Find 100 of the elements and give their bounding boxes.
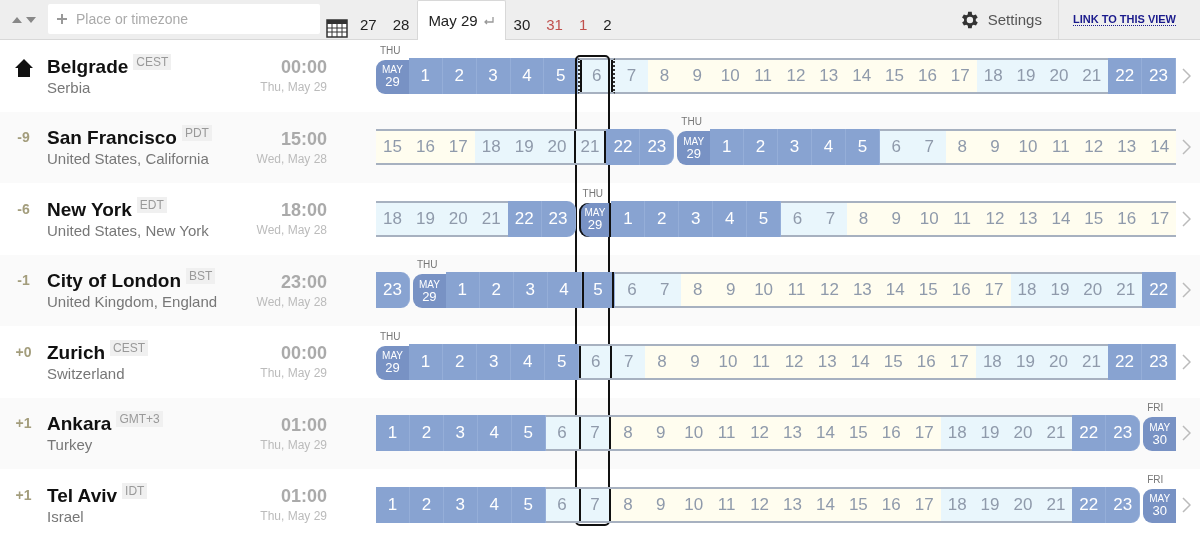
hour-cell[interactable]: 7 — [578, 486, 612, 523]
hour-cell[interactable]: 2 — [645, 200, 680, 237]
hour-cell[interactable]: 13 — [776, 486, 809, 523]
hour-cell[interactable]: 9 — [678, 343, 712, 380]
hour-cell[interactable]: 7 — [814, 200, 847, 237]
hour-cell[interactable]: 12 — [1077, 129, 1111, 166]
hour-cell[interactable]: 16 — [874, 486, 908, 523]
hour-cell[interactable]: 18 — [940, 486, 974, 523]
hour-cell[interactable]: 8 — [648, 57, 681, 94]
hour-cell[interactable]: 10 — [677, 486, 711, 523]
date-tab[interactable]: 31 — [538, 9, 571, 39]
hour-cell[interactable]: 11 — [710, 415, 744, 452]
hour-cell[interactable]: 14 — [843, 343, 877, 380]
hour-cell[interactable]: 9 — [644, 486, 678, 523]
hour-cell[interactable]: 8 — [945, 129, 979, 166]
hour-cell[interactable]: 2 — [479, 272, 514, 309]
hour-cell[interactable]: 14 — [809, 415, 842, 452]
chevron-right-icon[interactable] — [1182, 139, 1191, 156]
hour-cell[interactable]: 23 — [376, 272, 410, 309]
chevron-right-icon[interactable] — [1182, 67, 1191, 84]
hour-cell[interactable]: 20 — [1042, 57, 1076, 94]
hour-cell[interactable]: 5 — [581, 272, 616, 309]
hour-cell[interactable]: 15 — [1077, 200, 1111, 237]
hour-cell[interactable]: 19 — [1043, 272, 1077, 309]
hour-cell[interactable]: 7 — [578, 415, 612, 452]
hour-cell[interactable]: 2 — [744, 129, 779, 166]
hour-cell[interactable]: 23 — [541, 200, 576, 237]
hour-cell[interactable]: 17 — [441, 129, 475, 166]
hour-cell[interactable]: 3 — [476, 57, 511, 94]
hour-cell[interactable]: 23 — [1142, 57, 1176, 94]
hour-cell[interactable]: 16 — [909, 343, 943, 380]
hour-cell[interactable]: 5 — [511, 486, 546, 523]
sort-icon[interactable] — [11, 14, 37, 25]
hour-cell[interactable]: 7 — [612, 343, 646, 380]
hour-cell[interactable]: 16 — [944, 272, 978, 309]
hour-cell[interactable]: 20 — [540, 129, 574, 166]
hour-cell[interactable]: 17 — [907, 415, 941, 452]
hour-cell[interactable]: 13 — [845, 272, 879, 309]
hour-cell[interactable]: 4 — [547, 272, 582, 309]
hour-cell[interactable]: 19 — [408, 200, 442, 237]
hour-cell[interactable]: 3 — [443, 415, 478, 452]
hour-cell[interactable]: 6 — [879, 129, 913, 166]
hour-cell[interactable]: 15 — [841, 486, 875, 523]
hour-cell[interactable]: 23 — [640, 129, 675, 166]
hour-cell[interactable]: 23 — [1142, 343, 1177, 380]
hour-cell[interactable]: 15 — [878, 57, 911, 94]
hour-cell[interactable]: 19 — [1009, 57, 1043, 94]
hour-cell[interactable]: 10 — [677, 415, 711, 452]
hour-cell[interactable]: 13 — [776, 415, 809, 452]
hour-cell[interactable]: 3 — [778, 129, 812, 166]
hour-cell[interactable]: 16 — [408, 129, 442, 166]
home-icon[interactable] — [13, 57, 34, 78]
hour-cell[interactable]: 17 — [1143, 200, 1177, 237]
hour-cell[interactable]: 11 — [945, 200, 979, 237]
hour-cell[interactable]: 16 — [1110, 200, 1144, 237]
hour-cell[interactable]: 16 — [874, 415, 908, 452]
hour-cell[interactable]: 6 — [615, 272, 649, 309]
hour-cell[interactable]: 5 — [511, 415, 546, 452]
hour-cell[interactable]: 18 — [1010, 272, 1044, 309]
hour-cell[interactable]: 2 — [443, 343, 478, 380]
hour-cell[interactable]: 13 — [812, 57, 846, 94]
hour-cell[interactable]: 14 — [878, 272, 912, 309]
hour-cell[interactable]: 8 — [645, 343, 679, 380]
hour-cell[interactable]: 14 — [809, 486, 842, 523]
hour-cell[interactable]: 21 — [1039, 486, 1073, 523]
hour-cell[interactable]: 14 — [1044, 200, 1078, 237]
hour-cell[interactable]: 3 — [477, 343, 512, 380]
hour-cell[interactable]: 1 — [376, 415, 410, 452]
hour-cell[interactable]: 16 — [911, 57, 944, 94]
hour-cell[interactable]: 9 — [644, 415, 678, 452]
hour-cell[interactable]: 20 — [1006, 415, 1040, 452]
hour-cell[interactable]: 12 — [813, 272, 846, 309]
hour-cell[interactable]: 5 — [747, 200, 782, 237]
hour-cell[interactable]: 22 — [606, 129, 641, 166]
hour-cell[interactable]: 1 — [409, 343, 444, 380]
hour-cell[interactable]: 6 — [578, 57, 616, 94]
hour-cell[interactable]: 13 — [1011, 200, 1045, 237]
chevron-right-icon[interactable] — [1182, 282, 1191, 299]
return-icon[interactable] — [482, 15, 495, 26]
hour-cell[interactable]: 8 — [611, 486, 645, 523]
hour-cell[interactable]: 18 — [976, 57, 1010, 94]
hour-cell[interactable]: 22 — [1142, 272, 1177, 309]
hour-cell[interactable]: 1 — [408, 57, 443, 94]
hour-cell[interactable]: 4 — [510, 57, 545, 94]
date-tab[interactable]: 28 — [384, 9, 418, 39]
chevron-right-icon[interactable] — [1182, 210, 1191, 227]
hour-cell[interactable]: 11 — [710, 486, 744, 523]
hour-cell[interactable]: 11 — [1044, 129, 1078, 166]
chevron-right-icon[interactable] — [1182, 496, 1191, 513]
hour-cell[interactable]: 22 — [507, 200, 542, 237]
hour-cell[interactable]: 21 — [474, 200, 508, 237]
hour-cell[interactable]: 10 — [711, 343, 745, 380]
hour-cell[interactable]: 10 — [912, 200, 946, 237]
hour-cell[interactable]: 19 — [973, 415, 1007, 452]
hour-cell[interactable]: 23 — [1106, 415, 1141, 452]
calendar-icon[interactable] — [326, 18, 348, 38]
hour-cell[interactable]: 5 — [845, 129, 880, 166]
hour-cell[interactable]: 9 — [879, 200, 913, 237]
hour-cell[interactable]: 13 — [810, 343, 844, 380]
hour-cell[interactable]: 11 — [744, 343, 778, 380]
